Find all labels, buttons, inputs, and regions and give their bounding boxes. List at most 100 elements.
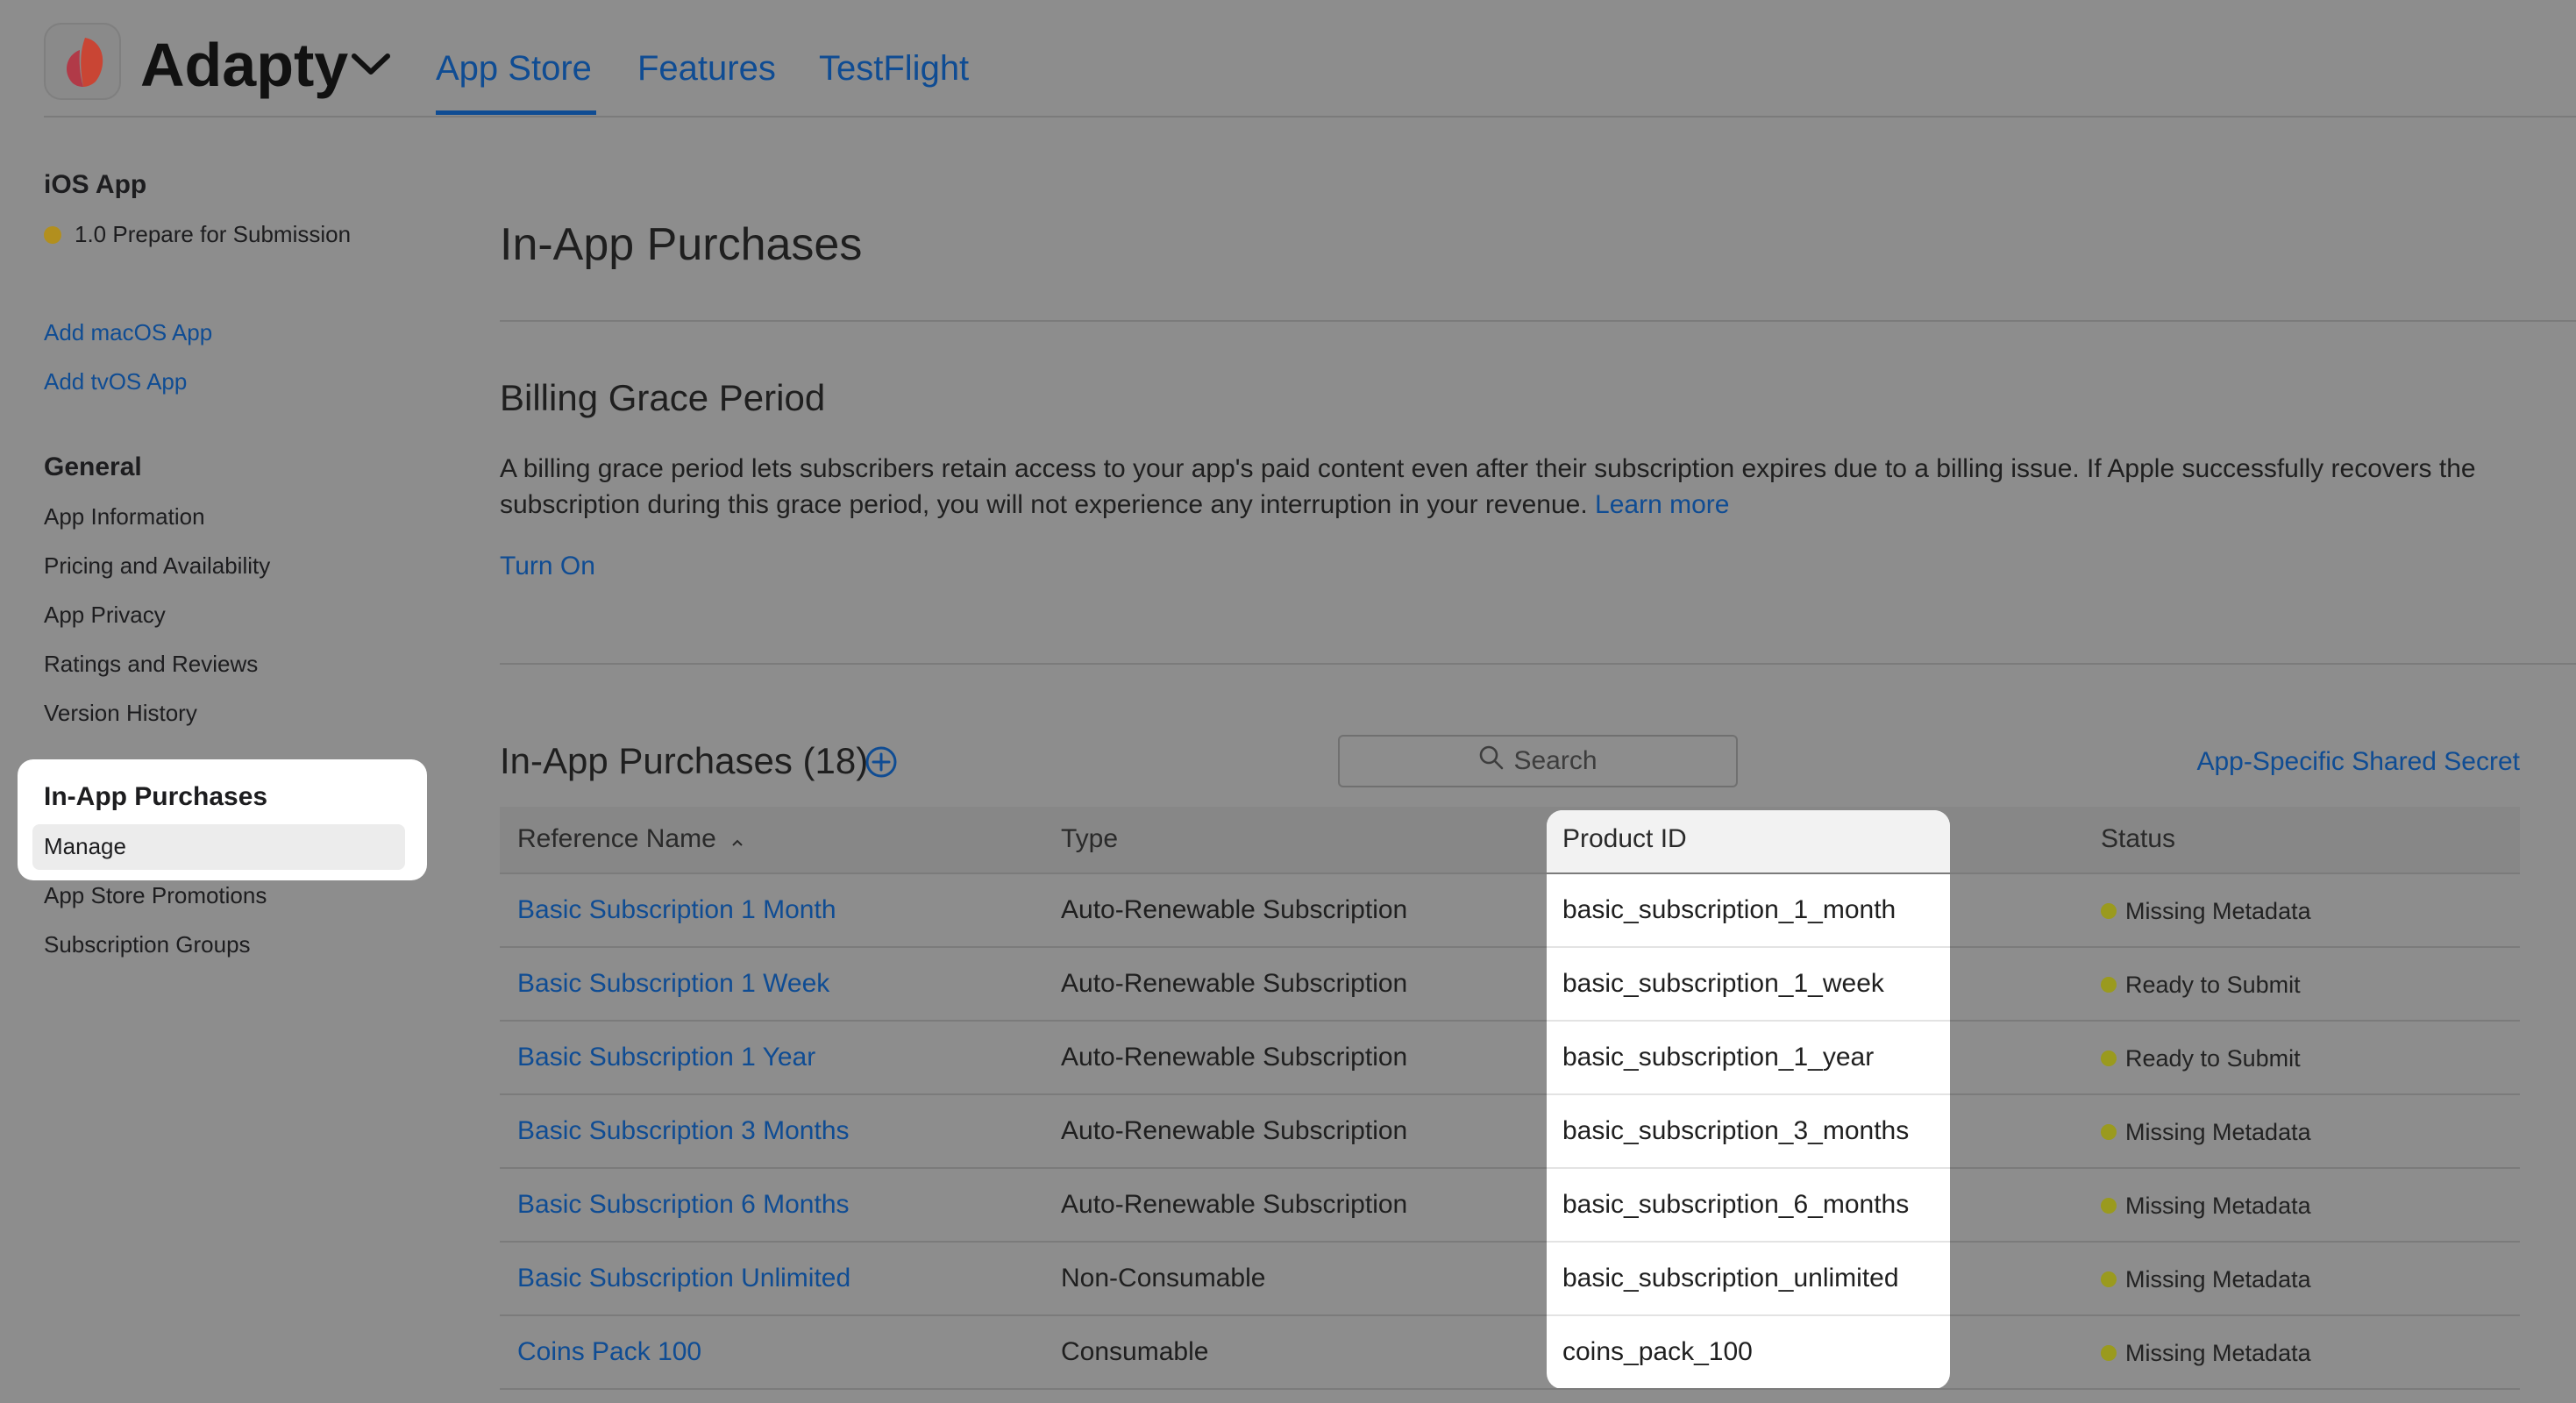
reference-name-link[interactable]: Basic Subscription Unlimited	[517, 1260, 850, 1297]
sidebar-item-manage[interactable]: Manage	[44, 833, 126, 860]
search-icon	[1478, 744, 1505, 778]
row-divider	[1547, 1314, 1950, 1316]
iap-list-title: In-App Purchases (18)	[500, 740, 869, 781]
header-divider	[500, 872, 2520, 874]
type-cell: Auto-Renewable Subscription	[1061, 1043, 1408, 1072]
billing-grace-text: A billing grace period lets subscribers …	[500, 454, 2476, 519]
product-id-cell: basic_subscription_6_months	[1562, 1190, 1910, 1219]
status-label: Ready to Submit	[2125, 1045, 2301, 1072]
row-divider	[1547, 1093, 1950, 1095]
learn-more-link[interactable]: Learn more	[1595, 490, 1729, 519]
type-cell: Auto-Renewable Subscription	[1061, 969, 1408, 998]
reference-name-link[interactable]: Basic Subscription 3 Months	[517, 1113, 850, 1150]
type-cell: Non-Consumable	[1061, 1264, 1266, 1293]
reference-name-link[interactable]: Basic Subscription 1 Year	[517, 1039, 815, 1076]
type-cell: Auto-Renewable Subscription	[1061, 895, 1408, 924]
row-divider	[500, 1241, 2520, 1243]
status-dot	[2101, 1198, 2117, 1214]
column-header-status[interactable]: Status	[2101, 821, 2175, 858]
status-dot	[2101, 903, 2117, 919]
row-divider	[1547, 1241, 1950, 1243]
table-header	[500, 807, 2520, 873]
product-id-cell: basic_subscription_1_month	[1562, 895, 1896, 924]
sidebar-item-app-store-promotions[interactable]: App Store Promotions	[44, 882, 267, 909]
status-dot	[2101, 977, 2117, 993]
status-badge: Ready to Submit	[2101, 1041, 2301, 1076]
sidebar-item-app-information[interactable]: App Information	[44, 503, 205, 531]
search-input[interactable]: Search	[1338, 735, 1738, 787]
status-dot	[2101, 1050, 2117, 1066]
sidebar-item-version-history[interactable]: Version History	[44, 700, 197, 727]
sidebar-item-pricing[interactable]: Pricing and Availability	[44, 552, 270, 580]
status-dot	[2101, 1124, 2117, 1140]
status-badge: Missing Metadata	[2101, 1188, 2311, 1223]
status-badge: Missing Metadata	[2101, 894, 2311, 929]
reference-name-link[interactable]: Coins Pack 100	[517, 1334, 701, 1371]
column-header-type[interactable]: Type	[1061, 821, 1118, 858]
row-divider	[1547, 1167, 1950, 1169]
row-divider	[500, 1314, 2520, 1316]
version-status-dot	[44, 226, 61, 244]
plus-circle-icon[interactable]	[865, 745, 898, 783]
active-tab-indicator	[436, 110, 596, 115]
status-badge: Missing Metadata	[2101, 1262, 2311, 1297]
status-dot	[2101, 1345, 2117, 1361]
sort-ascending-icon	[730, 822, 744, 858]
reference-name-link[interactable]: Basic Subscription 1 Month	[517, 892, 836, 929]
sidebar-general-title: General	[44, 452, 142, 481]
sidebar-add-macos-app[interactable]: Add macOS App	[44, 319, 212, 346]
row-divider	[500, 1167, 2520, 1169]
type-cell: Auto-Renewable Subscription	[1061, 1116, 1408, 1145]
row-divider	[500, 1388, 2520, 1390]
product-id-cell: coins_pack_100	[1562, 1337, 1753, 1366]
sidebar-item-ratings[interactable]: Ratings and Reviews	[44, 651, 258, 678]
product-id-cell: basic_subscription_3_months	[1562, 1116, 1910, 1145]
product-id-cell: basic_subscription_1_week	[1562, 969, 1884, 998]
row-divider	[500, 1093, 2520, 1095]
status-dot	[2101, 1271, 2117, 1287]
app-name: Adapty	[140, 31, 349, 99]
app-logo-icon	[44, 23, 121, 100]
sidebar-platform-title: iOS App	[44, 170, 147, 199]
type-cell: Auto-Renewable Subscription	[1061, 1190, 1408, 1219]
tab-app-store[interactable]: App Store	[436, 46, 592, 91]
turn-on-link[interactable]: Turn On	[500, 549, 595, 584]
status-badge: Missing Metadata	[2101, 1335, 2311, 1371]
header-divider	[44, 116, 2576, 118]
status-label: Missing Metadata	[2125, 898, 2311, 924]
sidebar-item-app-privacy[interactable]: App Privacy	[44, 602, 166, 629]
product-id-cell: basic_subscription_1_year	[1562, 1043, 1875, 1072]
type-cell: Consumable	[1061, 1337, 1209, 1366]
divider	[500, 663, 2576, 665]
tab-testflight[interactable]: TestFlight	[819, 46, 969, 91]
reference-name-link[interactable]: Basic Subscription 1 Week	[517, 965, 829, 1002]
page-title: In-App Purchases	[500, 219, 863, 270]
column-header-product-id[interactable]: Product ID	[1562, 821, 1687, 858]
reference-name-link[interactable]: Basic Subscription 6 Months	[517, 1186, 850, 1223]
app-specific-shared-secret-link[interactable]: App-Specific Shared Secret	[2196, 744, 2520, 780]
sidebar-add-tvos-app[interactable]: Add tvOS App	[44, 368, 187, 395]
column-label: Reference Name	[517, 824, 716, 853]
billing-grace-title: Billing Grace Period	[500, 377, 826, 418]
row-divider	[500, 1020, 2520, 1022]
divider	[500, 320, 2576, 322]
status-badge: Ready to Submit	[2101, 967, 2301, 1002]
sidebar-version-status[interactable]: 1.0 Prepare for Submission	[75, 221, 351, 248]
tab-features[interactable]: Features	[637, 46, 776, 91]
sidebar-iap-title: In-App Purchases	[44, 782, 268, 811]
row-divider	[500, 946, 2520, 948]
status-badge: Missing Metadata	[2101, 1115, 2311, 1150]
column-header-reference-name[interactable]: Reference Name	[517, 821, 744, 858]
row-divider	[1547, 946, 1950, 948]
status-label: Missing Metadata	[2125, 1340, 2311, 1366]
product-id-cell: basic_subscription_unlimited	[1562, 1264, 1899, 1293]
chevron-down-icon[interactable]	[351, 51, 391, 82]
status-label: Missing Metadata	[2125, 1193, 2311, 1219]
status-label: Missing Metadata	[2125, 1266, 2311, 1293]
status-label: Missing Metadata	[2125, 1119, 2311, 1145]
billing-grace-description: A billing grace period lets subscribers …	[500, 451, 2543, 523]
status-label: Ready to Submit	[2125, 972, 2301, 998]
search-placeholder: Search	[1513, 746, 1598, 775]
sidebar-item-subscription-groups[interactable]: Subscription Groups	[44, 931, 251, 958]
row-divider	[1547, 1020, 1950, 1022]
